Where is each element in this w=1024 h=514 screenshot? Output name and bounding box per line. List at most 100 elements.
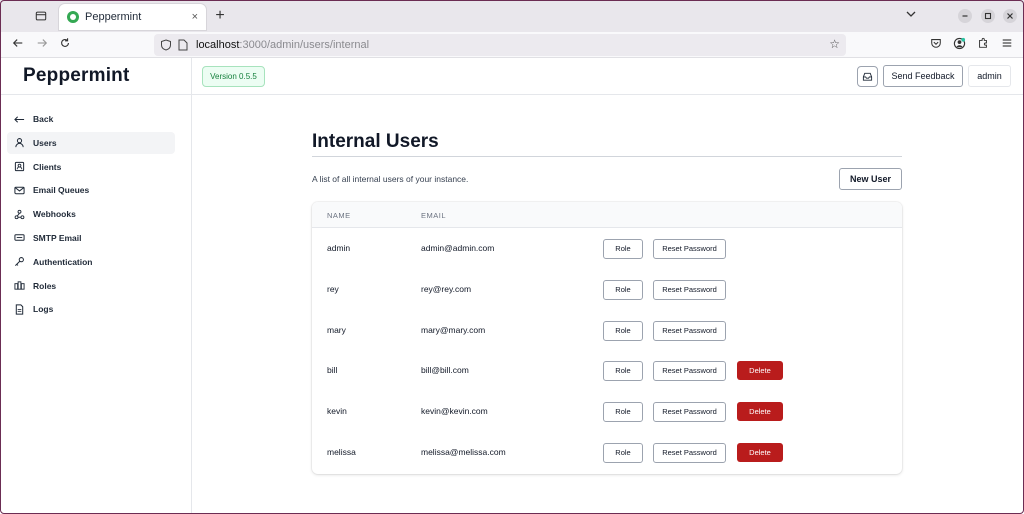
sidebar-item-logs[interactable]: Logs xyxy=(7,298,175,320)
roles-icon xyxy=(13,280,25,292)
sidebar-item-label: Users xyxy=(33,137,57,148)
page-title: Internal Users xyxy=(312,131,439,152)
bookmark-star-icon[interactable]: ☆ xyxy=(829,37,840,51)
user-name: melissa xyxy=(327,447,356,457)
table-row: mary mary@mary.com Role Reset Password xyxy=(312,311,902,352)
sidebar-item-email-queues[interactable]: Email Queues xyxy=(7,179,175,201)
reset-password-button[interactable]: Reset Password xyxy=(653,402,726,423)
role-button[interactable]: Role xyxy=(603,443,643,463)
role-button[interactable]: Role xyxy=(603,279,643,300)
app-header: Version 0.5.5 Send Feedback admin xyxy=(192,58,1024,95)
reset-password-button[interactable]: Reset Password xyxy=(653,361,726,382)
user-email: rey@rey.com xyxy=(421,283,472,294)
role-button[interactable]: Role xyxy=(603,320,643,341)
smtp-icon xyxy=(13,232,25,244)
column-header-email: EMAIL xyxy=(421,211,447,220)
page-subtitle: A list of all internal users of your ins… xyxy=(312,174,469,184)
user-email: bill@bill.com xyxy=(421,365,469,376)
arrow-left-icon xyxy=(13,113,25,125)
address-bar[interactable]: localhost:3000/admin/users/internal ☆ xyxy=(154,34,846,56)
webhook-icon xyxy=(13,208,25,220)
reset-password-button[interactable]: Reset Password xyxy=(653,279,726,300)
sidebar-item-label: Roles xyxy=(33,280,57,291)
sidebar: Peppermint Back Users Clients Email Queu… xyxy=(0,58,192,514)
new-tab-button[interactable]: + xyxy=(212,6,228,26)
delete-user-button[interactable]: Delete xyxy=(737,402,783,422)
user-menu-button[interactable]: admin xyxy=(968,65,1011,87)
key-icon xyxy=(13,256,25,268)
table-row: rey rey@rey.com Role Reset Password xyxy=(312,270,902,311)
browser-tabbar: Peppermint × + xyxy=(0,0,1024,32)
tab-title: Peppermint xyxy=(85,11,142,23)
sidebar-item-label: Authentication xyxy=(33,256,93,267)
mail-icon xyxy=(13,184,25,196)
brand-logo[interactable]: Peppermint xyxy=(23,65,130,87)
maximize-icon[interactable] xyxy=(981,9,995,23)
sidebar-item-label: SMTP Email xyxy=(33,232,82,243)
sidebar-item-clients[interactable]: Clients xyxy=(7,156,175,178)
table-row: melissa melissa@melissa.com Role Reset Pass… xyxy=(312,433,902,474)
peppermint-favicon-icon xyxy=(67,11,79,23)
sidebar-item-users[interactable]: Users xyxy=(7,131,175,154)
delete-user-button[interactable]: Delete xyxy=(737,361,783,381)
account-icon[interactable] xyxy=(951,37,967,53)
reset-password-button[interactable]: Reset Password xyxy=(653,239,726,259)
users-table: NAME EMAIL admin admin@admin.com Role Reset… xyxy=(312,202,902,474)
tab-close-icon[interactable]: × xyxy=(192,11,198,23)
sidebar-item-authentication[interactable]: Authentication xyxy=(7,251,175,273)
table-row: kevin kevin@kevin.com Role Reset Password De… xyxy=(312,392,902,433)
forward-arrow-icon[interactable] xyxy=(33,36,51,54)
sidebar-item-label: Email Queues xyxy=(33,185,90,196)
table-row: bill bill@bill.com Role Reset Password Delet… xyxy=(312,351,902,392)
sidebar-item-label: Clients xyxy=(33,161,62,172)
browser-tab[interactable]: Peppermint × xyxy=(59,4,206,30)
file-text-icon xyxy=(13,303,25,315)
reset-password-button[interactable]: Reset Password xyxy=(653,443,726,463)
table-header: NAME EMAIL xyxy=(312,202,902,228)
user-name: kevin xyxy=(327,406,347,417)
version-badge: Version 0.5.5 xyxy=(202,66,265,87)
chevron-down-icon[interactable] xyxy=(906,8,916,20)
pocket-icon[interactable] xyxy=(928,37,944,53)
url-path: :3000/admin/users/internal xyxy=(239,39,370,51)
delete-user-button[interactable]: Delete xyxy=(737,443,783,462)
reset-password-button[interactable]: Reset Password xyxy=(653,320,726,341)
minimize-icon[interactable] xyxy=(958,9,972,23)
close-window-icon[interactable] xyxy=(1003,9,1017,23)
main-content: Internal Users A list of all internal us… xyxy=(192,95,1024,514)
user-name: admin xyxy=(327,243,351,253)
page-icon xyxy=(178,39,188,51)
user-email: mary@mary.com xyxy=(421,324,486,335)
new-user-button[interactable]: New User xyxy=(839,168,902,190)
user-name: mary xyxy=(327,324,346,335)
user-name: bill xyxy=(327,365,338,376)
sidebar-item-back[interactable]: Back xyxy=(7,108,175,130)
user-email: melissa@melissa.com xyxy=(421,447,506,457)
tab-overview-icon[interactable] xyxy=(30,6,52,26)
sidebar-nav: Back Users Clients Email Queues Webhooks… xyxy=(7,108,175,322)
role-button[interactable]: Role xyxy=(603,402,643,423)
sidebar-item-label: Webhooks xyxy=(33,209,76,220)
role-button[interactable]: Role xyxy=(603,239,643,259)
send-feedback-button[interactable]: Send Feedback xyxy=(883,65,963,87)
back-arrow-icon[interactable] xyxy=(9,36,27,54)
title-divider xyxy=(312,156,902,157)
browser-toolbar: localhost:3000/admin/users/internal ☆ xyxy=(0,32,1024,58)
sidebar-item-roles[interactable]: Roles xyxy=(7,275,175,297)
user-email: admin@admin.com xyxy=(421,243,495,253)
sidebar-item-label: Back xyxy=(33,114,54,124)
sidebar-item-smtp-email[interactable]: SMTP Email xyxy=(7,227,175,249)
extensions-icon[interactable] xyxy=(975,37,991,53)
user-email: kevin@kevin.com xyxy=(421,406,488,417)
url-host: localhost xyxy=(196,39,240,51)
column-header-name: NAME xyxy=(327,211,351,220)
sidebar-divider xyxy=(0,94,192,95)
notifications-inbox-button[interactable] xyxy=(857,66,878,87)
contact-card-icon xyxy=(13,161,25,173)
sidebar-item-webhooks[interactable]: Webhooks xyxy=(7,203,175,225)
reload-icon[interactable] xyxy=(56,36,74,54)
menu-icon[interactable] xyxy=(999,37,1015,53)
user-name: rey xyxy=(327,283,339,294)
role-button[interactable]: Role xyxy=(603,361,643,382)
app: Peppermint Back Users Clients Email Queu… xyxy=(0,58,1024,514)
